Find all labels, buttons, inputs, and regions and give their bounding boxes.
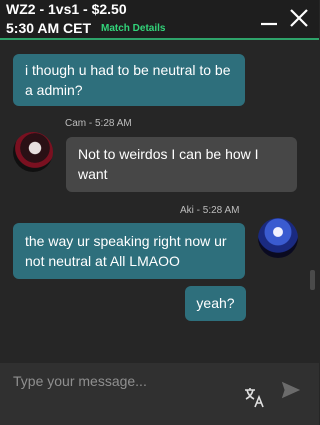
chat-header: WZ2 - 1vs1 - $2.50 5:30 AM CET Match Det…	[0, 0, 319, 40]
match-details-link[interactable]: Match Details	[101, 23, 165, 34]
match-title: WZ2 - 1vs1 - $2.50	[6, 1, 127, 17]
translate-icon[interactable]	[243, 385, 267, 409]
message-bubble: i though u had to be neutral to be a adm…	[13, 54, 245, 106]
avatar[interactable]	[258, 218, 298, 258]
send-icon[interactable]	[280, 379, 302, 401]
message-bubble: yeah?	[185, 286, 246, 321]
message-meta: Aki - 5:28 AM	[180, 205, 240, 216]
match-time: 5:30 AM CET	[6, 20, 92, 36]
message-bubble: the way ur speaking right now ur not neu…	[13, 223, 245, 279]
close-icon[interactable]	[287, 6, 311, 30]
avatar[interactable]	[13, 132, 53, 172]
scrollbar-thumb[interactable]	[310, 270, 315, 290]
message-bubble: Not to weirdos I can be how I want	[66, 137, 297, 192]
message-input[interactable]	[13, 371, 233, 391]
message-composer	[0, 363, 319, 425]
message-meta: Cam - 5:28 AM	[65, 118, 132, 129]
message-list[interactable]: i though u had to be neutral to be a adm…	[0, 42, 319, 400]
minimize-icon[interactable]	[258, 6, 282, 30]
